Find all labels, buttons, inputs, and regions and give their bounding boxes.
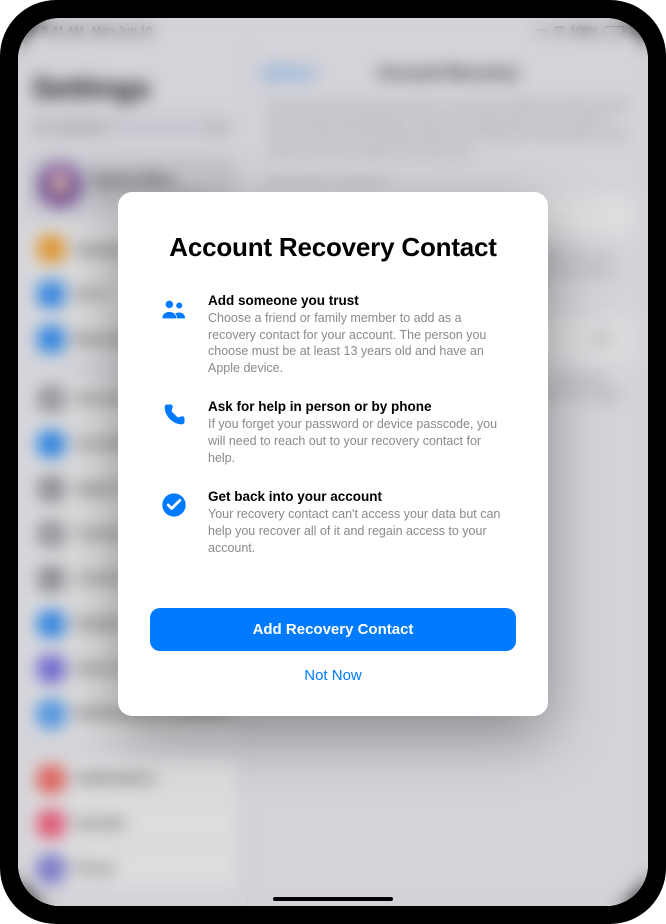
- feature-title: Add someone you trust: [208, 293, 510, 308]
- feature-desc: Choose a friend or family member to add …: [208, 310, 510, 378]
- feature-title: Ask for help in person or by phone: [208, 399, 510, 414]
- people-icon: [156, 293, 192, 378]
- feature-check: Get back into your account Your recovery …: [156, 489, 510, 557]
- modal-title: Account Recovery Contact: [146, 232, 520, 263]
- home-indicator[interactable]: [273, 897, 393, 901]
- modal-scrim[interactable]: Account Recovery Contact Add someone you…: [18, 18, 648, 906]
- check-icon: [156, 489, 192, 557]
- account-recovery-contact-modal: Account Recovery Contact Add someone you…: [118, 192, 548, 717]
- feature-phone: Ask for help in person or by phone If you…: [156, 399, 510, 467]
- phone-icon: [156, 399, 192, 467]
- screen: 9:41 AM Mon Jun 10 ••• 100% Settings Sea…: [18, 18, 648, 906]
- not-now-button[interactable]: Not Now: [146, 657, 520, 694]
- feature-desc: Your recovery contact can't access your …: [208, 506, 510, 557]
- device-frame: 9:41 AM Mon Jun 10 ••• 100% Settings Sea…: [0, 0, 666, 924]
- add-recovery-contact-button[interactable]: Add Recovery Contact: [150, 608, 516, 651]
- feature-title: Get back into your account: [208, 489, 510, 504]
- feature-people: Add someone you trust Choose a friend or …: [156, 293, 510, 378]
- feature-desc: If you forget your password or device pa…: [208, 416, 510, 467]
